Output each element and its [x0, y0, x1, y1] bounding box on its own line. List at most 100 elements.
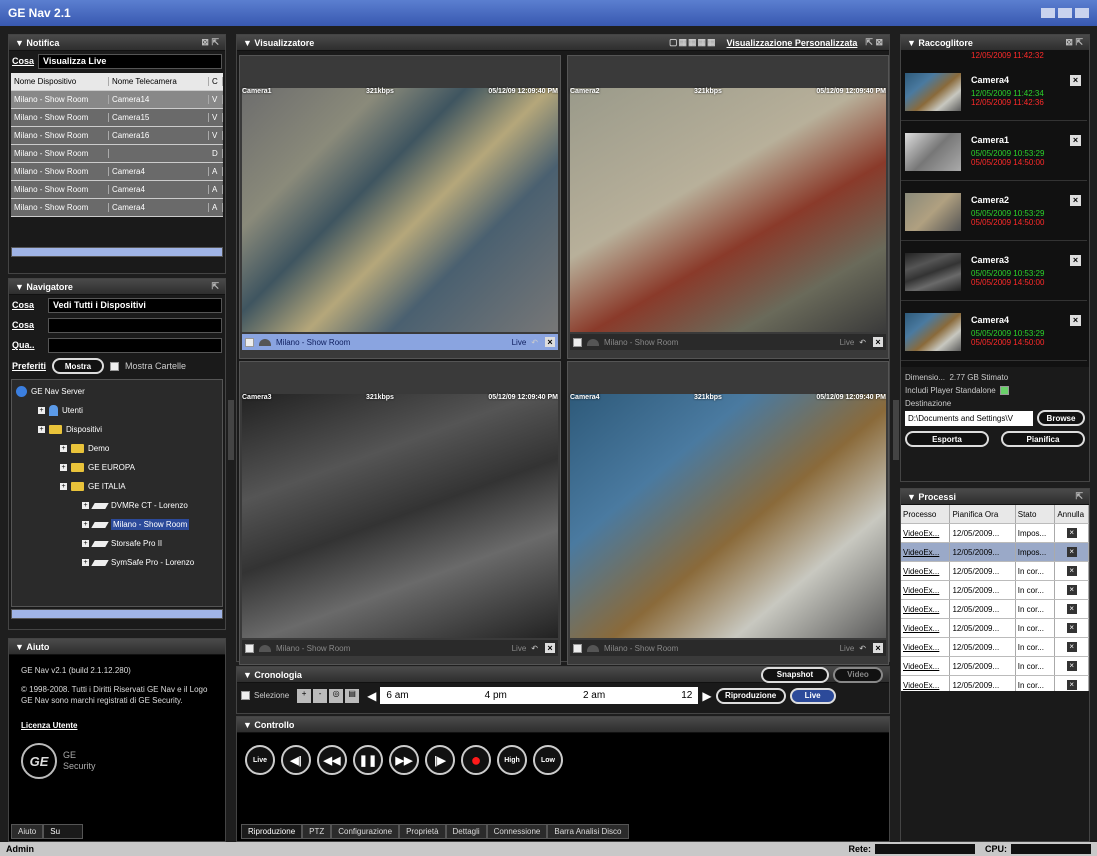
- close-button[interactable]: [1075, 8, 1089, 18]
- column-header[interactable]: C: [209, 77, 223, 86]
- camera-video-feed[interactable]: [242, 88, 558, 332]
- remove-clip-icon[interactable]: ×: [1070, 195, 1081, 206]
- tree-item[interactable]: + GE ITALIA: [16, 477, 218, 496]
- preferiti-label[interactable]: Preferiti: [12, 361, 46, 371]
- remove-clip-icon[interactable]: ×: [1070, 135, 1081, 146]
- timeline-prev-icon[interactable]: ◀: [367, 689, 376, 703]
- table-row[interactable]: VideoEx... 12/05/2009... In cor... ×: [901, 581, 1089, 600]
- table-row[interactable]: VideoEx... 12/05/2009... In cor... ×: [901, 676, 1089, 691]
- tree-item[interactable]: + Storsafe Pro II: [16, 534, 218, 553]
- pin-icon[interactable]: ⇱: [211, 281, 219, 292]
- tree-item[interactable]: + SymSafe Pro - Lorenzo: [16, 553, 218, 572]
- camera-select-checkbox[interactable]: [573, 337, 582, 347]
- tab-aiuto[interactable]: Aiuto: [11, 824, 44, 839]
- table-row[interactable]: VideoEx... 12/05/2009... In cor... ×: [901, 562, 1089, 581]
- refresh-icon[interactable]: ↶: [531, 644, 538, 653]
- expand-icon[interactable]: +: [82, 502, 89, 509]
- high-quality-button[interactable]: High: [497, 745, 527, 775]
- zoom-in-icon[interactable]: +: [297, 688, 312, 703]
- expand-icon[interactable]: +: [60, 445, 67, 452]
- tab-su[interactable]: Su: [43, 824, 84, 839]
- layout-grid-icons[interactable]: ▢▦▦▦▦: [669, 37, 717, 48]
- clip-thumbnail[interactable]: [905, 73, 961, 111]
- cancel-process-icon[interactable]: ×: [1066, 585, 1077, 595]
- tab-barra-analisi-disco[interactable]: Barra Analisi Disco: [547, 824, 629, 839]
- zoom-out-icon[interactable]: -: [313, 688, 328, 703]
- remove-clip-icon[interactable]: ×: [1070, 75, 1081, 86]
- tree-scrollbar[interactable]: [11, 609, 223, 619]
- pin-icon[interactable]: ⇱: [1075, 491, 1083, 502]
- timeline-bar[interactable]: 6 am 4 pm 2 am 12: [380, 687, 699, 704]
- zoom-fit-icon[interactable]: ◎: [329, 688, 344, 703]
- mostra-button[interactable]: Mostra: [52, 358, 105, 374]
- column-header[interactable]: Pianifica Ora: [950, 505, 1016, 523]
- expand-icon[interactable]: +: [82, 521, 89, 528]
- clip-item[interactable]: Camera3 05/05/2009 10:53:29 05/05/2009 14:…: [901, 243, 1087, 301]
- horizontal-scrollbar[interactable]: [11, 247, 223, 257]
- pause-icon[interactable]: ❚❚: [353, 745, 383, 775]
- camera-tile[interactable]: Camera1 321kbps 05/12/09 12:09:40 PM Milano…: [239, 55, 561, 359]
- close-icon[interactable]: ×: [545, 337, 555, 347]
- snapshot-button[interactable]: Snapshot: [761, 666, 829, 683]
- column-header[interactable]: Nome Dispositivo: [11, 77, 109, 86]
- tab-dettagli[interactable]: Dettagli: [445, 824, 487, 839]
- camera-select-checkbox[interactable]: [245, 643, 254, 653]
- camera-tile[interactable]: Camera4 321kbps 05/12/09 12:09:40 PM Milano…: [567, 361, 889, 665]
- expand-icon[interactable]: +: [60, 483, 67, 490]
- esporta-button[interactable]: Esporta: [905, 431, 989, 447]
- table-row[interactable]: Milano - Show Room Camera4 A: [11, 199, 223, 217]
- refresh-icon[interactable]: ↶: [531, 338, 538, 347]
- custom-view-link[interactable]: Visualizzazione Personalizzata: [727, 38, 858, 48]
- tree-item[interactable]: + Demo: [16, 439, 218, 458]
- tab-connessione[interactable]: Connessione: [486, 824, 548, 839]
- camera-video-feed[interactable]: [570, 394, 886, 638]
- left-splitter-handle[interactable]: [228, 400, 234, 460]
- device-filter-select[interactable]: Vedi Tutti i Dispositivi: [48, 297, 222, 313]
- rewind-icon[interactable]: ◀◀: [317, 745, 347, 775]
- tree-item[interactable]: + GE EUROPA: [16, 458, 218, 477]
- license-link[interactable]: Licenza Utente: [21, 720, 213, 731]
- live-button[interactable]: Live: [789, 687, 836, 704]
- tree-item[interactable]: + DVMRe CT - Lorenzo: [16, 496, 218, 515]
- clip-item[interactable]: Camera2 05/05/2009 10:53:29 05/05/2009 14:…: [901, 183, 1087, 241]
- tab-riproduzione[interactable]: Riproduzione: [241, 824, 303, 839]
- selezione-checkbox[interactable]: [241, 691, 250, 700]
- column-header[interactable]: Nome Telecamera: [109, 77, 209, 86]
- clip-thumbnail[interactable]: [905, 253, 961, 291]
- browse-button[interactable]: Browse: [1037, 410, 1085, 426]
- cancel-process-icon[interactable]: ×: [1066, 680, 1077, 690]
- cancel-process-icon[interactable]: ×: [1066, 642, 1077, 652]
- tree-item[interactable]: GE Nav Server: [16, 382, 218, 401]
- table-row[interactable]: VideoEx... 12/05/2009... In cor... ×: [901, 657, 1089, 676]
- camera-tile[interactable]: Camera2 321kbps 05/12/09 12:09:40 PM Milano…: [567, 55, 889, 359]
- tree-item[interactable]: + Milano - Show Room: [16, 515, 218, 534]
- table-row[interactable]: Milano - Show Room Camera14 V: [11, 91, 223, 109]
- clip-thumbnail[interactable]: [905, 133, 961, 171]
- cancel-process-icon[interactable]: ×: [1066, 566, 1077, 576]
- live-button[interactable]: Live: [245, 745, 275, 775]
- remove-clip-icon[interactable]: ×: [1070, 315, 1081, 326]
- expand-icon[interactable]: +: [38, 407, 45, 414]
- cosa-select[interactable]: Visualizza Live: [38, 53, 222, 69]
- calendar-icon[interactable]: ▤: [345, 688, 360, 703]
- column-header[interactable]: Annulla: [1055, 505, 1089, 523]
- table-row[interactable]: Milano - Show Room D: [11, 145, 223, 163]
- close-icon[interactable]: ×: [545, 643, 555, 653]
- cancel-process-icon[interactable]: ×: [1066, 547, 1077, 557]
- camera-select-checkbox[interactable]: [573, 643, 582, 653]
- maximize-button[interactable]: [1058, 8, 1072, 18]
- mostra-cartelle-checkbox[interactable]: [110, 361, 120, 371]
- refresh-icon[interactable]: ↶: [859, 338, 866, 347]
- cosa2-select[interactable]: [48, 317, 222, 333]
- camera-tile[interactable]: Camera3 321kbps 05/12/09 12:09:40 PM Milano…: [239, 361, 561, 665]
- clip-thumbnail[interactable]: [905, 313, 961, 351]
- expand-icon[interactable]: +: [82, 559, 89, 566]
- table-row[interactable]: VideoEx... 12/05/2009... Impos... ×: [901, 524, 1089, 543]
- cancel-process-icon[interactable]: ×: [1066, 661, 1077, 671]
- clip-item[interactable]: Camera4 05/05/2009 10:53:29 05/05/2009 14:…: [901, 303, 1087, 361]
- table-row[interactable]: VideoEx... 12/05/2009... In cor... ×: [901, 619, 1089, 638]
- table-row[interactable]: Milano - Show Room Camera4 A: [11, 181, 223, 199]
- close-icon[interactable]: ⊠ ⇱: [201, 37, 219, 48]
- minimize-button[interactable]: [1041, 8, 1055, 18]
- include-player-checkbox[interactable]: [999, 386, 1009, 395]
